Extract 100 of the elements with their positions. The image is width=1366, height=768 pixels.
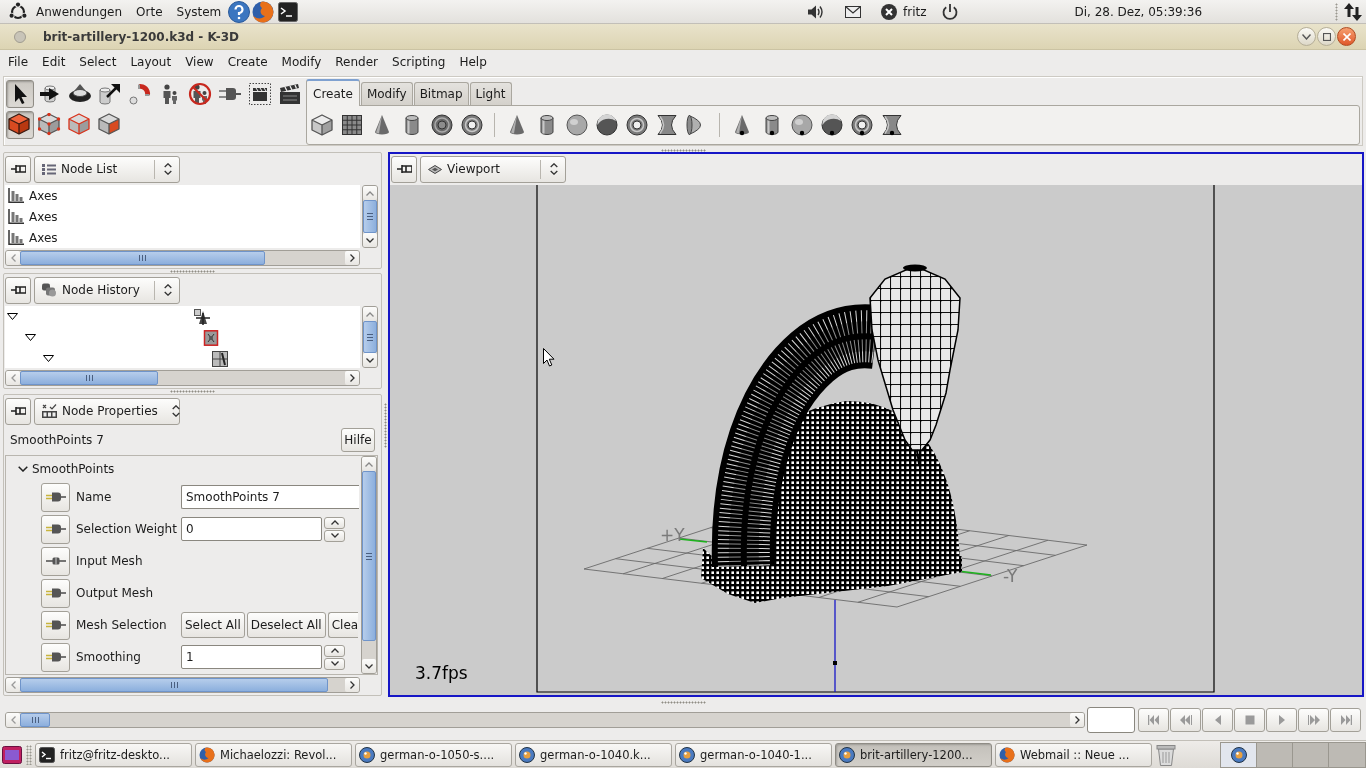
next-key-button[interactable] xyxy=(1298,708,1329,732)
3d-mesh-model[interactable] xyxy=(701,264,962,603)
horizontal-scrollbar[interactable] xyxy=(5,250,360,266)
scroll-right-button[interactable] xyxy=(1070,713,1084,727)
scrollbar-thumb[interactable] xyxy=(363,200,377,233)
vertical-scrollbar[interactable] xyxy=(362,185,378,248)
spin-up-button[interactable] xyxy=(324,644,345,657)
taskbar-handle[interactable] xyxy=(26,744,32,765)
scroll-left-button[interactable] xyxy=(6,371,20,385)
user-menu[interactable]: fritz xyxy=(881,0,927,23)
help-icon[interactable] xyxy=(228,0,251,23)
expander-icon[interactable] xyxy=(6,313,18,320)
property-group-expander[interactable]: SmoothPoints xyxy=(6,457,115,481)
scroll-down-button[interactable] xyxy=(362,659,376,673)
scroll-right-button[interactable] xyxy=(345,371,359,385)
panel-type-dropdown[interactable]: Node History xyxy=(34,276,180,304)
tab[interactable]: Create xyxy=(306,79,360,106)
people-forbidden-tool-button[interactable] xyxy=(186,80,214,108)
power-icon[interactable] xyxy=(941,3,958,20)
scrollbar-thumb[interactable] xyxy=(20,713,50,727)
clapperboard-frame-tool-button[interactable] xyxy=(246,80,274,108)
scroll-right-button[interactable] xyxy=(345,251,359,265)
task-button[interactable]: Michaelozzi: Revol... xyxy=(195,742,352,767)
pin-button[interactable] xyxy=(5,155,31,183)
window-menu-dot-icon[interactable] xyxy=(14,30,26,43)
maximize-button[interactable] xyxy=(1317,27,1336,46)
panel-type-dropdown[interactable]: Node List xyxy=(34,155,180,183)
selection-button[interactable]: Deselect All xyxy=(246,612,326,638)
connector-button[interactable] xyxy=(41,482,70,512)
skip-to-end-button[interactable] xyxy=(1330,708,1361,732)
scroll-up-button[interactable] xyxy=(363,186,377,200)
shaded-sphere-button[interactable] xyxy=(593,111,621,139)
task-button[interactable]: german-o-1040-1... xyxy=(675,742,832,767)
horizontal-scrollbar[interactable] xyxy=(5,677,360,693)
vertical-scrollbar[interactable] xyxy=(362,306,378,368)
scrollbar-thumb[interactable] xyxy=(20,678,328,692)
clock[interactable]: Di, 28. Dez, 05:39:36 xyxy=(1074,0,1203,23)
resize-handle[interactable] xyxy=(660,149,706,152)
menu-item[interactable]: Select xyxy=(72,51,124,72)
connector-button[interactable] xyxy=(41,578,70,608)
tab[interactable]: Modify xyxy=(360,82,413,105)
scroll-down-button[interactable] xyxy=(363,353,377,367)
panel-menu[interactable]: System xyxy=(169,0,229,23)
panel-menu[interactable]: Orte xyxy=(129,0,170,23)
previous-key-button[interactable] xyxy=(1170,708,1201,732)
number-field[interactable]: 0 xyxy=(181,517,322,541)
node-list-item[interactable]: Axes xyxy=(5,206,360,227)
connector-button[interactable] xyxy=(41,514,70,544)
scroll-left-button[interactable] xyxy=(6,713,20,727)
close-button[interactable] xyxy=(1337,27,1356,46)
cube-tool-button[interactable] xyxy=(6,111,34,139)
connector-button[interactable] xyxy=(41,546,70,576)
menu-item[interactable]: View xyxy=(178,51,221,72)
menu-item[interactable]: Scripting xyxy=(385,51,453,72)
scrollbar-thumb[interactable] xyxy=(20,251,265,265)
terminal-icon[interactable] xyxy=(278,1,299,22)
node-list-item[interactable]: Axes xyxy=(5,227,360,248)
torus-button[interactable] xyxy=(458,111,486,139)
node-list-item[interactable]: Axes xyxy=(5,185,360,206)
play-backward-button[interactable] xyxy=(1202,708,1233,732)
tab[interactable]: Bitmap xyxy=(413,82,469,105)
vertical-scrollbar[interactable] xyxy=(361,456,377,674)
menu-item[interactable]: Modify xyxy=(274,51,329,72)
pin-button[interactable] xyxy=(5,397,31,425)
show-desktop-icon[interactable] xyxy=(2,745,22,764)
task-button[interactable]: fritz@fritz-deskto... xyxy=(35,742,192,767)
scrollbar-thumb[interactable] xyxy=(362,471,376,641)
spin-up-button[interactable] xyxy=(324,516,345,529)
shaded-sphere-button[interactable] xyxy=(818,111,846,139)
viewport-canvas[interactable]: +Y -Y 3.7fps xyxy=(390,185,1362,695)
expander-icon[interactable] xyxy=(24,334,36,341)
task-button[interactable]: Webmail :: Neue ... xyxy=(995,742,1152,767)
panel-menu[interactable]: Anwendungen xyxy=(29,0,130,23)
task-button[interactable]: german-o-1050-s.... xyxy=(355,742,512,767)
task-button[interactable]: german-o-1040.k... xyxy=(515,742,672,767)
horizontal-scrollbar[interactable] xyxy=(5,712,1085,728)
panel-type-dropdown[interactable]: Viewport xyxy=(420,155,566,183)
scrollbar-thumb[interactable] xyxy=(20,371,158,385)
torus-button[interactable] xyxy=(848,111,876,139)
panel-type-dropdown[interactable]: Node Properties xyxy=(34,397,180,425)
scroll-up-button[interactable] xyxy=(362,457,376,471)
menu-item[interactable]: Create xyxy=(220,51,275,72)
menu-item[interactable]: Render xyxy=(328,51,386,72)
selection-button[interactable]: Clea xyxy=(327,612,359,638)
spin-down-button[interactable] xyxy=(324,529,345,542)
scroll-up-button[interactable] xyxy=(363,307,377,321)
menu-item[interactable]: Help xyxy=(452,51,494,72)
scroll-left-button[interactable] xyxy=(6,678,20,692)
menu-item[interactable]: Layout xyxy=(123,51,179,72)
scroll-right-button[interactable] xyxy=(345,678,359,692)
sphere-button[interactable] xyxy=(563,111,591,139)
panel-handle[interactable] xyxy=(1335,2,1338,21)
envelope-icon[interactable] xyxy=(845,5,861,18)
torus-button[interactable] xyxy=(623,111,651,139)
scroll-down-button[interactable] xyxy=(363,233,377,247)
logo-icon[interactable] xyxy=(8,1,28,22)
pin-button[interactable] xyxy=(5,276,31,304)
menu-item[interactable]: Edit xyxy=(35,51,73,72)
horizontal-scrollbar[interactable] xyxy=(5,370,360,386)
task-button[interactable]: brit-artillery-1200... xyxy=(835,742,992,767)
